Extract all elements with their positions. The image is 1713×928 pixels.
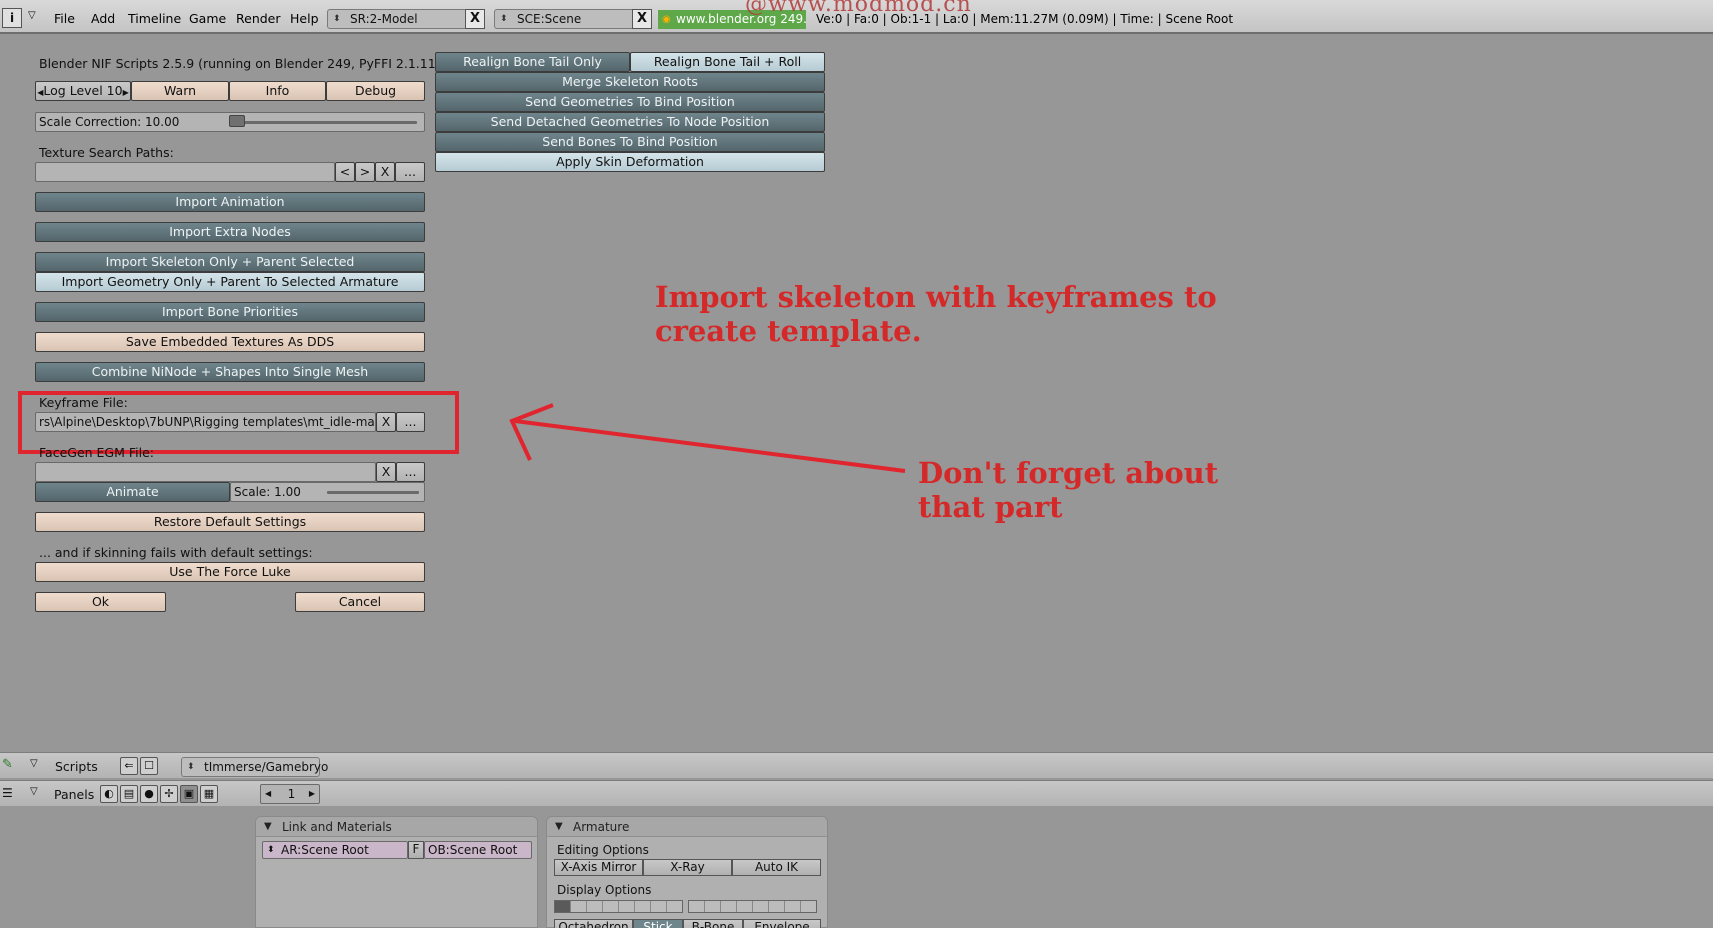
layer-dot[interactable] — [705, 901, 721, 912]
layer-dot[interactable] — [721, 901, 737, 912]
scripts-menu-selector[interactable]: ⬍ tImmerse/Gamebryo — [181, 757, 328, 777]
display-options-label: Display Options — [557, 883, 652, 897]
buttons-window-icon[interactable]: ☰ — [2, 786, 13, 800]
buttons-window-header: ☰ ▽ Panels ◐ ▤ ● ✢ ▣ ▦ ◀ 1 ▶ — [0, 780, 1713, 806]
collapse-menu-icon[interactable]: ▽ — [30, 758, 38, 769]
layer-dot[interactable] — [603, 901, 619, 912]
armature-panel: ▼ Armature Editing Options X-Axis Mirror… — [546, 816, 828, 928]
layer-dot[interactable] — [587, 901, 603, 912]
python-editor-icon[interactable]: ✎ — [2, 757, 22, 775]
layer-dot[interactable] — [737, 901, 753, 912]
scripts-menu-label[interactable]: Scripts — [55, 759, 98, 774]
collapse-menu-icon[interactable]: ▽ — [30, 786, 38, 797]
script-context-icon[interactable]: ▤ — [120, 785, 138, 803]
layer-dot[interactable] — [555, 901, 571, 912]
scene-context-icon[interactable]: ▦ — [200, 785, 218, 803]
x-axis-mirror-button[interactable]: X-Axis Mirror — [554, 859, 643, 876]
bone-layers-left[interactable] — [554, 900, 683, 913]
layer-dot[interactable] — [753, 901, 769, 912]
octahedron-button[interactable]: Octahedron — [554, 919, 633, 928]
logic-context-icon[interactable]: ◐ — [100, 785, 118, 803]
editing-context-icon[interactable]: ▣ — [180, 785, 198, 803]
chevron-left-icon: ◀ — [265, 789, 272, 798]
layer-dot[interactable] — [769, 901, 785, 912]
scripts-window-header: ✎ ▽ Scripts ⇐ ☐ ⬍ tImmerse/Gamebryo — [0, 752, 1713, 778]
layer-dot[interactable] — [785, 901, 801, 912]
layer-dot[interactable] — [571, 901, 587, 912]
stick-button[interactable]: Stick — [633, 919, 683, 928]
b-bone-button[interactable]: B-Bone — [683, 919, 743, 928]
panel-header[interactable]: ▼ Link and Materials — [256, 817, 537, 837]
frame-number-field[interactable]: ◀ 1 ▶ — [260, 784, 320, 804]
envelope-button[interactable]: Envelope — [743, 919, 821, 928]
panels-menu-label[interactable]: Panels — [54, 787, 94, 802]
layer-dot[interactable] — [619, 901, 635, 912]
maximize-icon[interactable]: ☐ — [140, 757, 158, 775]
layer-dot[interactable] — [667, 901, 682, 912]
fake-user-button[interactable]: F — [408, 841, 424, 859]
chevron-right-icon: ▶ — [308, 789, 315, 798]
object-name-field[interactable]: OB:Scene Root — [424, 841, 532, 859]
back-arrow-icon[interactable]: ⇐ — [120, 757, 138, 775]
x-ray-button[interactable]: X-Ray — [643, 859, 732, 876]
collapse-triangle-icon[interactable]: ▼ — [264, 817, 272, 837]
bone-layers-right[interactable] — [688, 900, 817, 913]
armature-data-field[interactable]: ⬍ AR:Scene Root — [262, 841, 408, 859]
link-materials-panel: ▼ Link and Materials ⬍ AR:Scene Root F O… — [255, 816, 538, 928]
shading-context-icon[interactable]: ● — [140, 785, 158, 803]
layer-dot[interactable] — [651, 901, 667, 912]
layer-dot[interactable] — [801, 901, 816, 912]
object-context-icon[interactable]: ✢ — [160, 785, 178, 803]
auto-ik-button[interactable]: Auto IK — [732, 859, 821, 876]
layer-dot[interactable] — [635, 901, 651, 912]
editing-options-label: Editing Options — [557, 843, 649, 857]
layer-dot[interactable] — [689, 901, 705, 912]
panel-header[interactable]: ▼ Armature — [547, 817, 827, 837]
updown-icon: ⬍ — [187, 762, 195, 772]
collapse-triangle-icon[interactable]: ▼ — [555, 817, 563, 837]
updown-icon: ⬍ — [267, 845, 275, 855]
